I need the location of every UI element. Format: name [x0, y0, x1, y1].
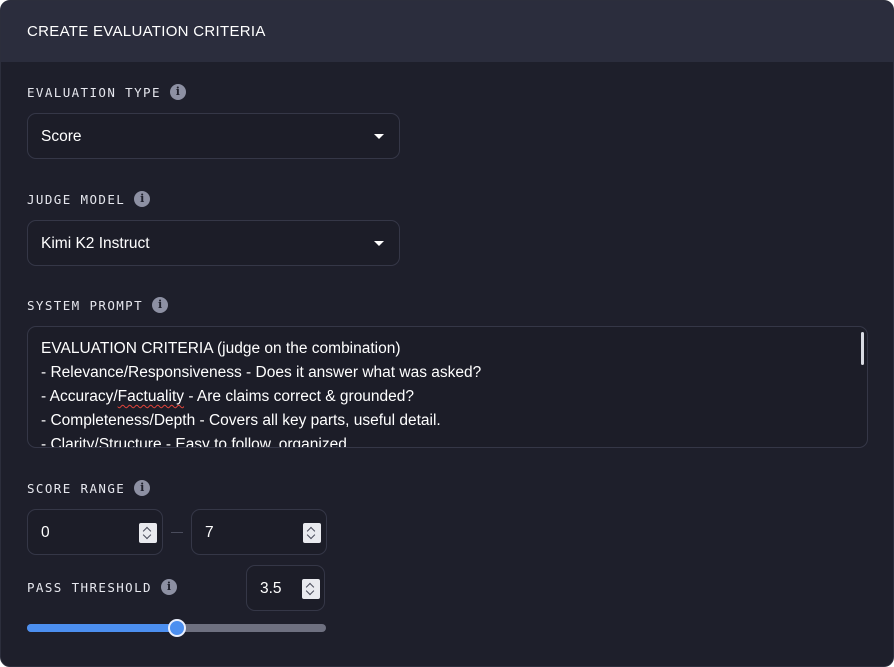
- info-icon[interactable]: i: [160, 579, 177, 595]
- spellcheck-word: Factuality: [117, 388, 185, 405]
- info-icon[interactable]: i: [134, 191, 151, 207]
- prompt-line: - Clarity/Structure - Easy to follow, or…: [41, 436, 352, 448]
- score-range-label-row: SCORE RANGE i: [27, 480, 151, 496]
- system-prompt-label: SYSTEM PROMPT: [27, 297, 144, 313]
- prompt-line: - Completeness/Depth - Covers all key pa…: [41, 412, 441, 429]
- pass-threshold-slider-thumb[interactable]: [167, 619, 186, 637]
- judge-model-select[interactable]: Kimi K2 Instruct: [27, 220, 400, 266]
- score-range-min-value: 0: [41, 524, 50, 541]
- panel-title: CREATE EVALUATION CRITERIA: [27, 23, 266, 40]
- textarea-scrollbar[interactable]: [861, 332, 864, 365]
- score-range-min-input[interactable]: 0: [27, 509, 163, 555]
- judge-model-label: JUDGE MODEL: [27, 191, 126, 207]
- score-range-label: SCORE RANGE: [27, 480, 126, 496]
- prompt-line-prefix: - Accuracy/: [41, 388, 118, 405]
- stepper-arrows-icon[interactable]: [303, 523, 321, 543]
- prompt-line-suffix: - Are claims correct & grounded?: [184, 388, 415, 405]
- range-separator: [171, 532, 183, 533]
- evaluation-type-value: Score: [41, 128, 82, 145]
- evaluation-type-select[interactable]: Score: [27, 113, 400, 159]
- stepper-arrows-icon[interactable]: [139, 523, 157, 543]
- pass-threshold-slider-fill: [27, 624, 177, 632]
- pass-threshold-input[interactable]: 3.5: [246, 565, 325, 611]
- score-range-max-input[interactable]: 7: [191, 509, 327, 555]
- prompt-line: EVALUATION CRITERIA (judge on the combin…: [41, 340, 401, 357]
- prompt-line: - Accuracy/Factuality - Are claims corre…: [41, 388, 481, 412]
- evaluation-type-label-row: EVALUATION TYPE i: [27, 84, 186, 100]
- caret-down-icon: [374, 241, 384, 246]
- pass-threshold-label-row: PASS THRESHOLD i: [27, 579, 177, 595]
- prompt-line: - Relevance/Responsiveness - Does it ans…: [41, 364, 482, 381]
- judge-model-value: Kimi K2 Instruct: [41, 235, 150, 252]
- evaluation-type-label: EVALUATION TYPE: [27, 84, 161, 100]
- system-prompt-textarea[interactable]: EVALUATION CRITERIA (judge on the combin…: [27, 326, 868, 448]
- pass-threshold-label: PASS THRESHOLD: [27, 579, 152, 595]
- system-prompt-content: EVALUATION CRITERIA (judge on the combin…: [41, 340, 482, 448]
- panel-header: CREATE EVALUATION CRITERIA: [1, 1, 893, 62]
- system-prompt-label-row: SYSTEM PROMPT i: [27, 297, 169, 313]
- info-icon[interactable]: i: [152, 297, 169, 313]
- info-icon[interactable]: i: [134, 480, 151, 496]
- score-range-max-value: 7: [205, 524, 214, 541]
- stepper-arrows-icon[interactable]: [302, 579, 320, 599]
- pass-threshold-value: 3.5: [260, 580, 282, 597]
- judge-model-label-row: JUDGE MODEL i: [27, 191, 151, 207]
- create-evaluation-criteria-panel: CREATE EVALUATION CRITERIA EVALUATION TY…: [0, 0, 894, 667]
- info-icon[interactable]: i: [169, 84, 186, 100]
- caret-down-icon: [374, 134, 384, 139]
